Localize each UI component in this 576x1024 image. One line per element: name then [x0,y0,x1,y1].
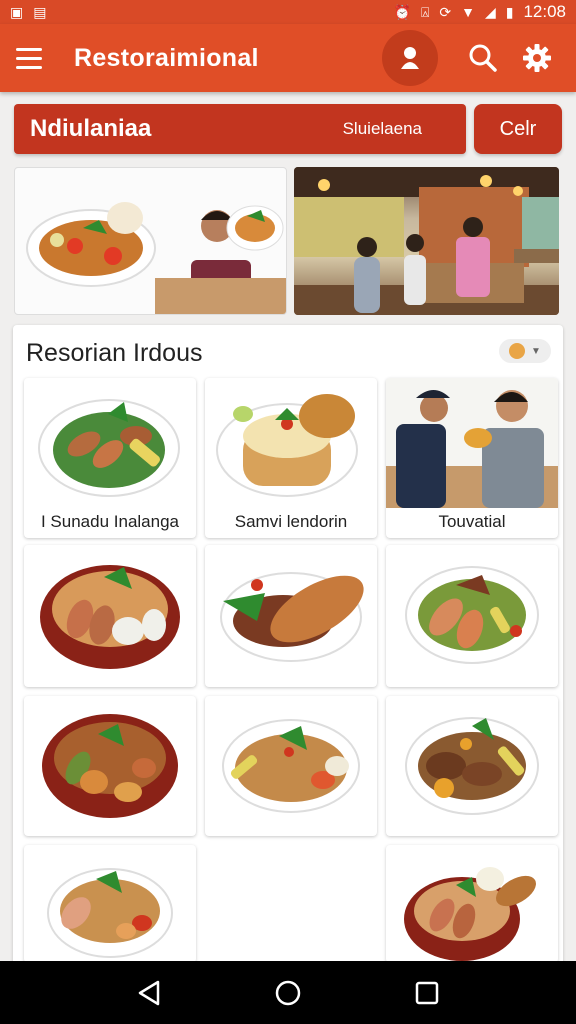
alarm-icon: ⏰ [393,4,411,20]
battery-icon: ▮ [505,4,514,20]
noodle-plate-with-bread-image [216,394,358,497]
rice-bowl-image [47,868,173,958]
stew-bowl-image [42,714,178,818]
notification-icon: ▤ [33,4,47,20]
sync-icon: ⟳ [439,4,452,20]
status-left: ▣ ▤ [10,5,46,19]
system-nav-bar [0,961,576,1024]
card-label: Samvi lendorin [234,512,348,531]
banner-subtitle: Sluielaena [342,119,422,138]
banner-action-button[interactable]: Celr [474,104,562,154]
section-title: Resorian Irdous [26,339,203,367]
food-card[interactable] [24,696,196,836]
fried-fish-plate-image [220,572,364,662]
back-icon [139,980,160,1005]
app-bar: Restoraimional [0,24,576,92]
rice-plate-image [222,719,360,813]
settings-icon [523,44,551,72]
card-label: Touvatial [438,512,506,531]
food-card[interactable] [386,845,558,963]
filter-icon [509,343,526,359]
signal-icon: ⍓ [420,4,430,20]
food-card[interactable] [205,696,377,836]
banner-title: Ndiulaniaa [30,115,152,142]
hero-dish-illustration [26,202,286,314]
recents-icon [415,981,438,1004]
hero-image-dish-and-diner[interactable] [14,167,287,315]
settings-button[interactable] [514,35,560,81]
dish-bowl-image [40,565,180,669]
filter-toggle[interactable]: ▼ [499,339,551,363]
status-right: ⏰ ⍓ ⟳ ▼ ◢ ▮ 12:08 [394,2,566,22]
home-icon [275,980,301,1005]
recents-button[interactable] [403,969,451,1017]
meat-bowl-image [405,717,539,815]
hero-image-restaurant-interior[interactable] [294,167,559,315]
status-time: 12:08 [523,2,566,21]
food-card[interactable]: Touvatial [386,378,558,538]
search-button[interactable] [460,35,506,81]
salad-bowl-image [405,566,539,664]
app-title: Restoraimional [74,43,259,72]
chevron-down-icon: ▼ [531,345,541,357]
food-card[interactable] [24,845,196,963]
profile-icon [401,47,419,69]
people-eating-image [386,378,558,508]
banner-row: Ndiulaniaa Sluielaena Celr [14,104,562,154]
restaurant-interior-illustration [294,167,559,315]
status-bar: ▣ ▤ ⏰ ⍓ ⟳ ▼ ◢ ▮ 12:08 [0,0,576,24]
food-card[interactable]: Samvi lendorin [205,378,377,538]
food-card[interactable] [386,545,558,687]
profile-button[interactable] [382,30,438,86]
mixed-plate-bowl-image [404,867,536,961]
search-icon [469,44,497,72]
notification-icon: ▣ [10,4,24,20]
card-label: I Sunadu Inalanga [40,512,179,531]
food-card[interactable] [386,696,558,836]
wifi-icon: ▼ [461,4,475,20]
dish-plate-image [38,399,180,497]
food-card[interactable] [24,545,196,687]
food-card[interactable] [205,545,377,687]
food-card[interactable]: I Sunadu Inalanga [24,378,196,538]
home-button[interactable] [264,969,312,1017]
cell-signal-icon: ◢ [484,4,496,20]
back-button[interactable] [125,969,173,1017]
promo-banner[interactable]: Ndiulaniaa Sluielaena [14,104,466,154]
menu-icon[interactable] [16,41,50,75]
